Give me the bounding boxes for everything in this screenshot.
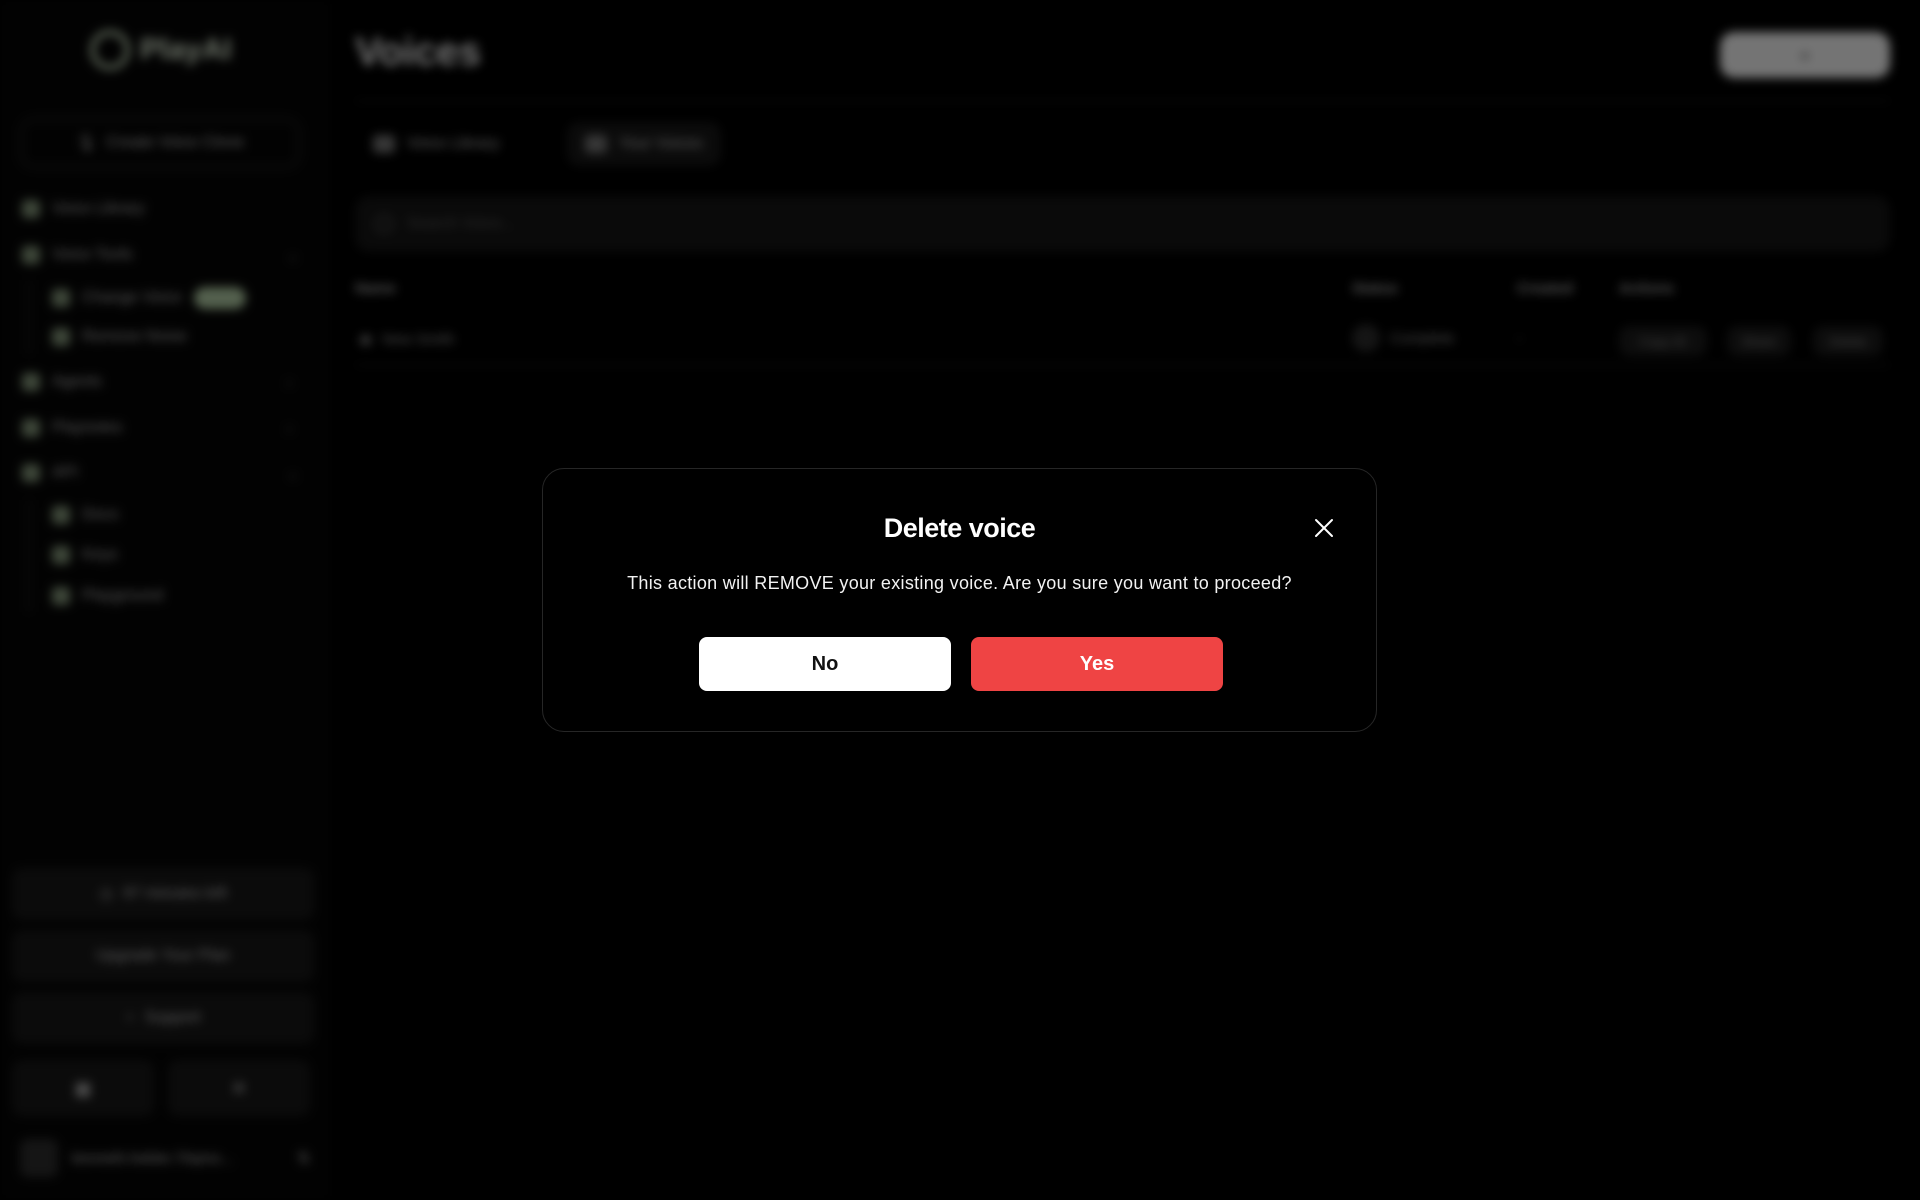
sidebar-item-agents[interactable]: Agents › (22, 373, 322, 391)
column-header-status[interactable]: Status (1352, 280, 1398, 297)
table-row[interactable]: ◉ New Smith Complete - Copy ID Share Del… (355, 318, 1890, 368)
sidebar-item-label: API (52, 464, 78, 481)
tab-your-voices[interactable]: Your Voices (567, 122, 721, 166)
chevron-down-icon: ⌄ (287, 246, 299, 263)
clock-icon: ◷ (98, 886, 113, 903)
discord-button[interactable]: ▣ (12, 1060, 154, 1116)
logo-text: PlayAI (140, 33, 232, 66)
voice-name: New Smith (382, 330, 455, 348)
user-name: kenneth.hebler.70qmo... (72, 1149, 233, 1167)
logo-icon (90, 30, 130, 70)
profile-button[interactable]: ● (1720, 32, 1890, 78)
delete-button[interactable]: Delete (1813, 326, 1883, 356)
sidebar-item-label: Playground (82, 587, 163, 604)
divider (355, 364, 1890, 366)
upgrade-plan-button[interactable]: Upgrade Your Plan (12, 930, 314, 982)
column-header-created[interactable]: Created (1517, 280, 1573, 297)
status-cell: Complete (1352, 324, 1454, 352)
voice-name-cell: ◉ New Smith (359, 330, 455, 349)
pin-icon: ◉ (359, 331, 373, 348)
sidebar-item-playground[interactable]: Playground (52, 587, 163, 605)
sidebar-item-voice-tools[interactable]: Voice Tools ⌄ (22, 246, 322, 264)
search-placeholder: Search Voice... (407, 215, 515, 232)
sidebar-item-label: Voice Library (52, 200, 145, 217)
minutes-left-card[interactable]: ◷ 97 minutes left (12, 868, 314, 920)
tab-voice-library[interactable]: Voice Library (355, 122, 518, 166)
code-icon (22, 464, 40, 482)
close-icon[interactable] (1309, 513, 1339, 543)
chevron-updown-icon: ⇅ (297, 1150, 310, 1167)
delete-voice-dialog: Delete voice This action will REMOVE you… (542, 468, 1377, 732)
tree-line (28, 280, 30, 354)
sidebar-item-voice-library[interactable]: Voice Library (22, 200, 145, 218)
agents-icon (22, 373, 40, 391)
sidebar-item-playnotes[interactable]: Playnotes › (22, 419, 322, 437)
new-badge (193, 287, 246, 309)
sidebar-item-api[interactable]: API ⌄ (22, 464, 322, 482)
change-voice-icon (52, 289, 70, 307)
chevron-right-icon: › (287, 420, 292, 436)
chevron-down-icon: ⌄ (287, 464, 299, 481)
dialog-title: Delete voice (883, 513, 1036, 543)
docs-icon (52, 506, 70, 524)
sidebar-item-label: Voice Tools (52, 246, 133, 263)
sidebar: PlayAI 🎙 Create Voice Clone Voice Librar… (0, 0, 330, 1200)
sidebar-item-change-voice[interactable]: Change Voice (52, 287, 246, 309)
share-button[interactable]: Share (1727, 326, 1791, 356)
voices-icon (585, 135, 607, 153)
sidebar-item-docs[interactable]: Docs (52, 506, 118, 524)
library-icon (22, 200, 40, 218)
key-icon (52, 546, 70, 564)
sidebar-item-label: Change Voice (82, 289, 182, 306)
column-header-actions: Actions (1619, 280, 1675, 297)
sidebar-item-label: Agents (52, 373, 102, 390)
column-header-name[interactable]: Name (355, 280, 396, 297)
chevron-right-icon: › (287, 374, 292, 390)
minutes-left-label: 97 minutes left (122, 885, 228, 902)
playnotes-icon (22, 419, 40, 437)
support-label: Support (144, 1009, 201, 1026)
app-root: PlayAI 🎙 Create Voice Clone Voice Librar… (0, 0, 1920, 1200)
noise-icon (52, 328, 70, 346)
page-title: Voices (355, 30, 481, 74)
tab-label: Voice Library (407, 135, 500, 152)
discord-icon: ▣ (73, 1077, 93, 1100)
x-social-button[interactable]: ✕ (168, 1060, 310, 1116)
copy-id-button[interactable]: Copy ID (1619, 326, 1707, 356)
library-icon (373, 135, 395, 153)
sidebar-item-label: Docs (82, 506, 119, 523)
dialog-message: This action will REMOVE your existing vo… (627, 573, 1292, 593)
created-cell: - (1517, 330, 1522, 347)
x-icon: ✕ (230, 1077, 248, 1100)
divider (355, 100, 1890, 102)
no-button[interactable]: No (699, 637, 951, 691)
create-voice-clone-button[interactable]: 🎙 Create Voice Clone (20, 118, 300, 168)
profile-icon: ● (1800, 47, 1810, 63)
search-input[interactable]: Search Voice... (355, 196, 1890, 252)
support-button[interactable]: ○ Support (12, 992, 314, 1044)
tab-label: Your Voices (619, 135, 703, 152)
status-icon (1352, 324, 1380, 352)
status-badge: Complete (1390, 329, 1455, 347)
yes-button[interactable]: Yes (971, 637, 1223, 691)
brand-logo[interactable]: PlayAI (90, 30, 232, 70)
upgrade-plan-label: Upgrade Your Plan (95, 947, 231, 964)
sidebar-item-label: Keys (82, 546, 118, 563)
wand-icon (22, 246, 40, 264)
create-voice-clone-label: Create Voice Clone (106, 134, 245, 151)
sidebar-item-remove-noise[interactable]: Remove Noise (52, 328, 187, 346)
sidebar-item-label: Playnotes (52, 419, 123, 436)
microphone-icon: 🎙 (75, 135, 97, 152)
sidebar-item-keys[interactable]: Keys (52, 546, 118, 564)
playground-icon (52, 587, 70, 605)
search-icon (375, 215, 393, 233)
tree-line (28, 500, 30, 612)
avatar (20, 1139, 58, 1177)
support-icon: ○ (125, 1009, 135, 1026)
user-account-row[interactable]: kenneth.hebler.70qmo... ⇅ (20, 1138, 310, 1178)
sidebar-item-label: Remove Noise (82, 328, 187, 345)
